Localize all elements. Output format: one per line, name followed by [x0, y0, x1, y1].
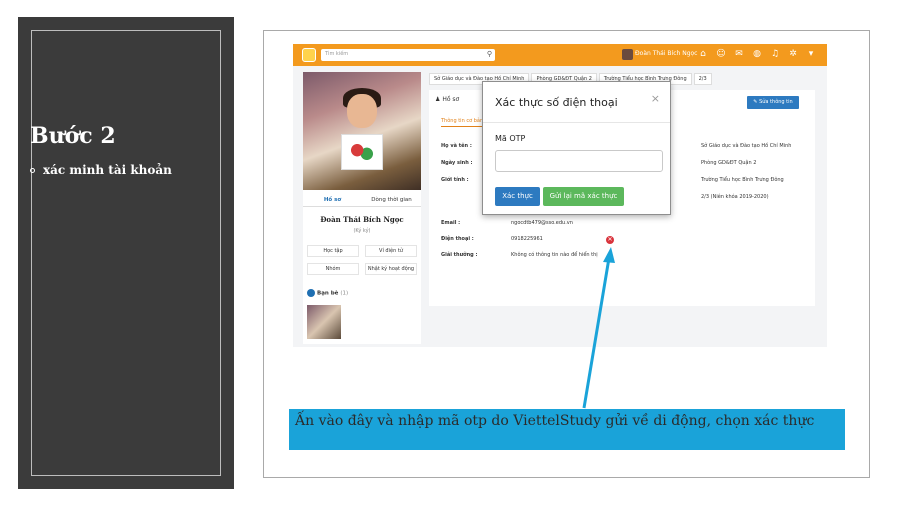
caption-box: Ấn vào đây và nhập mã otp do ViettelStud… [289, 409, 845, 450]
caption-text: Ấn vào đây và nhập mã otp do ViettelStud… [295, 413, 815, 429]
